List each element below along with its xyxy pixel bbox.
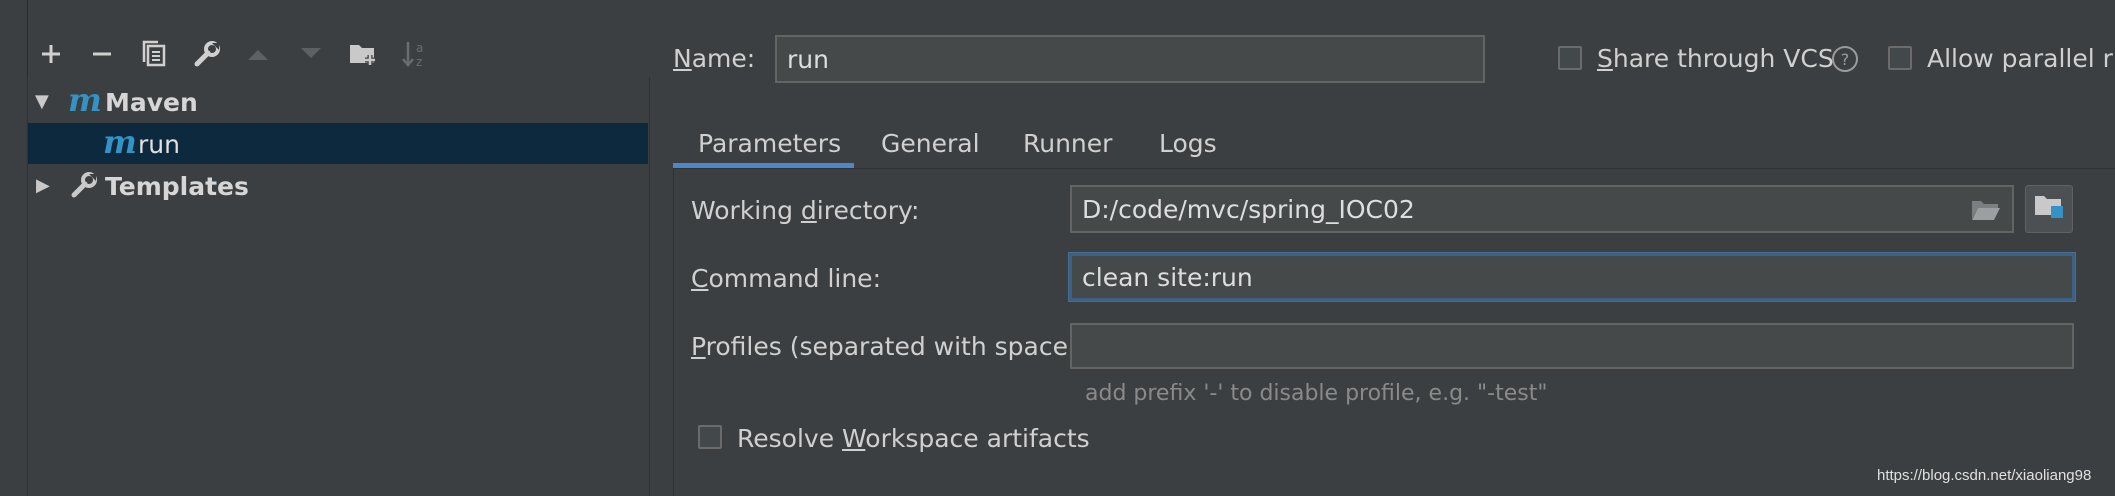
- profiles-hint: add prefix '-' to disable profile, e.g. …: [1085, 381, 1548, 406]
- command-line-label: Command line:: [691, 264, 881, 293]
- move-up-icon[interactable]: [241, 37, 275, 71]
- copy-icon[interactable]: [137, 37, 171, 71]
- watermark-text: https://blog.csdn.net/xiaoliang98: [1877, 467, 2092, 484]
- tree-item-maven[interactable]: ▼ m Maven: [28, 81, 648, 122]
- allow-parallel-checkbox[interactable]: [1888, 46, 1912, 70]
- tab-logs[interactable]: Logs: [1159, 118, 1217, 168]
- profiles-input[interactable]: [1070, 323, 2074, 369]
- svg-text:a: a: [416, 41, 423, 55]
- name-input[interactable]: run: [775, 35, 1485, 83]
- wrench-icon: [70, 171, 98, 205]
- allow-parallel-label: Allow parallel run: [1927, 44, 2115, 73]
- folder-macro-icon: [2033, 192, 2065, 226]
- name-input-value: run: [787, 44, 829, 74]
- command-line-input[interactable]: clean site:run: [1069, 253, 2075, 301]
- name-label: Name:: [673, 44, 756, 73]
- collapsed-arrow-icon[interactable]: ▶: [36, 175, 50, 196]
- browse-macros-button[interactable]: [2025, 185, 2073, 233]
- svg-text:z: z: [416, 55, 422, 69]
- wrench-icon[interactable]: [190, 37, 224, 71]
- tree-item-templates[interactable]: ▶ Templates: [28, 165, 648, 206]
- tab-runner[interactable]: Runner: [1023, 118, 1112, 168]
- move-down-icon[interactable]: [294, 37, 328, 71]
- share-vcs-label: Share through VCS: [1597, 44, 1834, 73]
- expand-arrow-icon[interactable]: ▼: [35, 91, 49, 112]
- add-icon[interactable]: [34, 37, 68, 71]
- working-directory-label: Working directory:: [691, 196, 920, 225]
- maven-icon: m: [103, 123, 137, 161]
- working-directory-input[interactable]: D:/code/mvc/spring_IOC02: [1070, 185, 2014, 233]
- tree-item-label: Templates: [105, 172, 249, 201]
- new-folder-icon[interactable]: [346, 37, 380, 71]
- maven-icon: m: [68, 81, 102, 119]
- tab-parameters[interactable]: Parameters: [698, 118, 841, 168]
- resolve-workspace-checkbox[interactable]: [698, 425, 722, 449]
- folder-open-icon[interactable]: [1970, 197, 2002, 229]
- resolve-workspace-label: Resolve Workspace artifacts: [737, 424, 1090, 453]
- tree-item-run[interactable]: m run: [28, 123, 648, 164]
- tree-item-label: Maven: [105, 88, 198, 117]
- sort-icon[interactable]: az: [398, 37, 432, 71]
- remove-icon[interactable]: [85, 37, 119, 71]
- share-vcs-checkbox[interactable]: [1558, 46, 1582, 70]
- working-directory-value: D:/code/mvc/spring_IOC02: [1082, 194, 1415, 224]
- profiles-label: Profiles (separated with space):: [691, 332, 1087, 361]
- command-line-value: clean site:run: [1082, 262, 1253, 292]
- left-edge-strip: [0, 0, 28, 496]
- tree-item-label: run: [138, 130, 180, 159]
- help-icon[interactable]: ?: [1832, 46, 1858, 72]
- tab-general[interactable]: General: [881, 118, 980, 168]
